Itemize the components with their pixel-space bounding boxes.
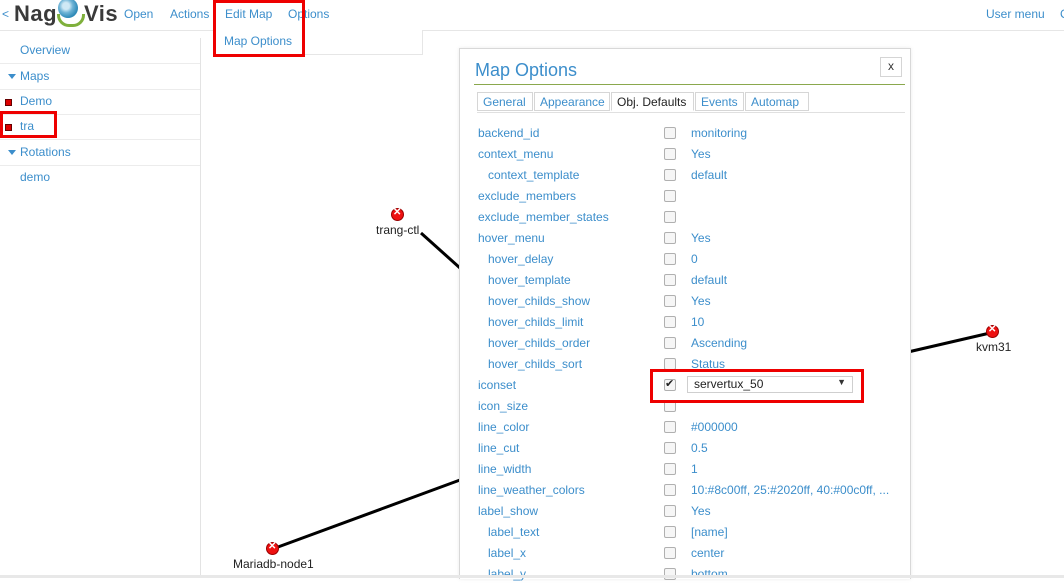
option-override-checkbox[interactable] [664,190,676,202]
option-value: [name] [691,525,728,539]
option-value: 10 [691,315,705,329]
host-status-icon-kvm31[interactable] [986,324,999,338]
option-row-label-x: label_x center [460,543,910,564]
option-value: 10:#8c00ff, 25:#2020ff, 40:#00c0ff, ... [691,483,890,497]
option-override-checkbox[interactable] [664,505,676,517]
map-options-dialog: Map Options x General Appearance Obj. De… [459,48,911,581]
option-name[interactable]: line_width [478,462,531,476]
option-override-checkbox[interactable] [664,232,676,244]
option-row-hover-delay: hover_delay 0 [460,249,910,270]
option-row-exclude-members: exclude_members [460,186,910,207]
option-value: 0 [691,252,698,266]
option-name[interactable]: line_cut [478,441,519,455]
option-value: Ascending [691,336,748,350]
option-name[interactable]: iconset [478,378,516,392]
option-override-checkbox[interactable] [664,127,676,139]
option-override-checkbox[interactable] [664,148,676,160]
option-name[interactable]: exclude_members [478,189,576,203]
option-override-checkbox[interactable] [664,274,676,286]
option-value: bottom [691,567,728,581]
host-status-icon-trang-ctl[interactable] [391,207,404,221]
close-button[interactable]: x [880,57,902,77]
option-name[interactable]: hover_delay [488,252,553,266]
option-name[interactable]: hover_childs_sort [488,357,582,371]
option-name[interactable]: label_text [488,525,539,539]
option-row-label-show: label_show Yes [460,501,910,522]
highlight-box-iconset [650,369,864,403]
option-override-checkbox[interactable] [664,316,676,328]
host-status-icon-mariadb-node1[interactable] [266,541,279,555]
option-override-checkbox[interactable] [664,547,676,559]
title-divider [474,84,905,85]
option-row-context-menu: context_menu Yes [460,144,910,165]
option-row-hover-template: hover_template default [460,270,910,291]
option-name[interactable]: label_x [488,546,526,560]
tab-general[interactable]: General [477,92,533,111]
option-name[interactable]: icon_size [478,399,528,413]
option-row-hover-childs-limit: hover_childs_limit 10 [460,312,910,333]
option-override-checkbox[interactable] [664,295,676,307]
host-label-trang-ctl: trang-ctl [376,223,420,237]
option-row-label-text: label_text [name] [460,522,910,543]
option-override-checkbox[interactable] [664,211,676,223]
option-override-checkbox[interactable] [664,484,676,496]
option-name[interactable]: line_color [478,420,529,434]
option-name[interactable]: hover_menu [478,231,545,245]
option-override-checkbox[interactable] [664,337,676,349]
option-row-hover-menu: hover_menu Yes [460,228,910,249]
option-row-line-width: line_width 1 [460,459,910,480]
option-name[interactable]: hover_childs_show [488,294,590,308]
option-value: 0.5 [691,441,708,455]
option-value: #000000 [691,420,738,434]
option-value: default [691,168,728,182]
option-override-checkbox[interactable] [664,568,676,580]
option-override-checkbox[interactable] [664,442,676,454]
host-label-kvm31: kvm31 [976,340,1012,354]
option-name[interactable]: exclude_member_states [478,210,609,224]
option-row-hover-childs-order: hover_childs_order Ascending [460,333,910,354]
tab-automap[interactable]: Automap [745,92,809,111]
option-row-context-template: context_template default [460,165,910,186]
option-row-hover-childs-show: hover_childs_show Yes [460,291,910,312]
option-override-checkbox[interactable] [664,463,676,475]
option-name[interactable]: hover_template [488,273,571,287]
map-line-trang-ctl [419,231,462,270]
option-value: Yes [691,504,711,518]
option-value: default [691,273,728,287]
option-override-checkbox[interactable] [664,526,676,538]
option-name[interactable]: context_template [488,168,579,182]
option-row-line-color: line_color #000000 [460,417,910,438]
option-value: 1 [691,462,698,476]
option-name[interactable]: label_y [488,567,526,581]
option-name[interactable]: context_menu [478,147,553,161]
tab-events[interactable]: Events [695,92,744,111]
option-value: Yes [691,294,711,308]
option-value: monitoring [691,126,748,140]
option-row-line-cut: line_cut 0.5 [460,438,910,459]
option-override-checkbox[interactable] [664,421,676,433]
tab-divider [477,112,905,113]
option-row-exclude-member-states: exclude_member_states [460,207,910,228]
option-value: Yes [691,147,711,161]
option-name[interactable]: line_weather_colors [478,483,585,497]
option-override-checkbox[interactable] [664,169,676,181]
host-label-mariadb-node1: Mariadb-node1 [233,557,314,571]
option-row-line-weather-colors: line_weather_colors 10:#8c00ff, 25:#2020f… [460,480,910,501]
option-name[interactable]: label_show [478,504,538,518]
option-value: center [691,546,725,560]
map-line-mariadb [277,478,461,549]
option-override-checkbox[interactable] [664,253,676,265]
option-name[interactable]: backend_id [478,126,539,140]
option-name[interactable]: hover_childs_order [488,336,590,350]
option-name[interactable]: hover_childs_limit [488,315,583,329]
option-row-backend-id: backend_id monitoring [460,123,910,144]
tab-appearance[interactable]: Appearance [534,92,610,111]
dialog-title: Map Options [475,60,578,80]
tab-obj-defaults[interactable]: Obj. Defaults [611,92,694,111]
option-value: Yes [691,231,711,245]
